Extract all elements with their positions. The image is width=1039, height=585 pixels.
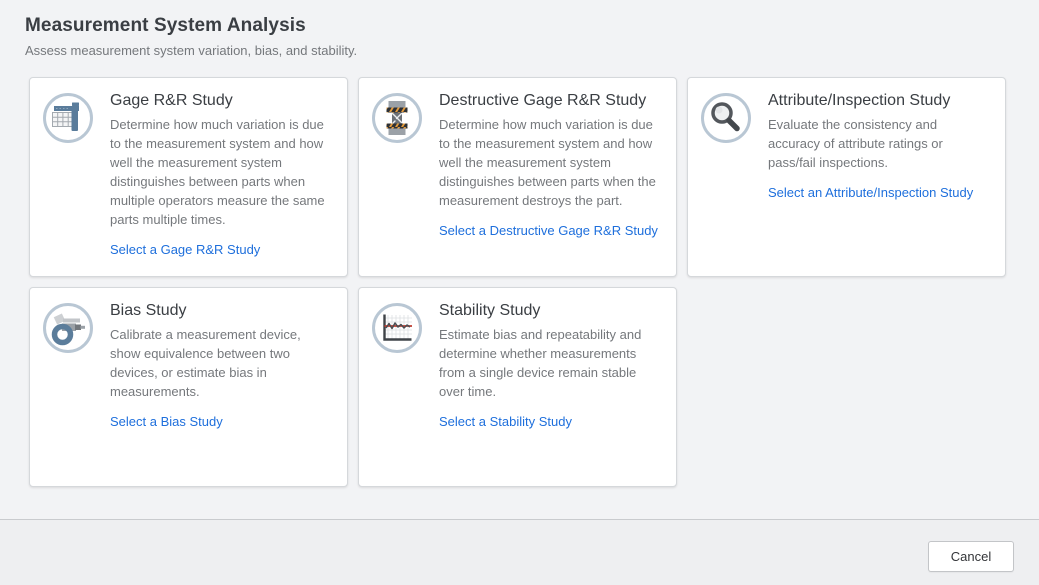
card-description: Estimate bias and repeatability and dete… (439, 325, 662, 401)
micrometer-icon (42, 302, 94, 354)
select-gage-rr-study-link[interactable]: Select a Gage R&R Study (110, 242, 260, 257)
card-title: Destructive Gage R&R Study (439, 92, 662, 110)
select-stability-study-link[interactable]: Select a Stability Study (439, 414, 572, 429)
magnifier-icon (700, 92, 752, 144)
card-title: Stability Study (439, 302, 662, 320)
footer-bar: Cancel (0, 519, 1039, 585)
card-description: Calibrate a measurement device, show equ… (110, 325, 333, 401)
card-destructive-gage-rr-study: Destructive Gage R&R Study Determine how… (358, 77, 677, 277)
control-chart-icon (371, 302, 423, 354)
card-description: Evaluate the consistency and accuracy of… (768, 115, 991, 172)
select-destructive-gage-rr-study-link[interactable]: Select a Destructive Gage R&R Study (439, 223, 658, 238)
card-bias-study: Bias Study Calibrate a measurement devic… (29, 287, 348, 487)
page-title: Measurement System Analysis (25, 15, 1039, 37)
card-gage-rr-study: Gage R&R Study Determine how much variat… (29, 77, 348, 277)
select-attribute-inspection-study-link[interactable]: Select an Attribute/Inspection Study (768, 185, 973, 200)
caliper-grid-icon (42, 92, 94, 144)
press-crush-icon (371, 92, 423, 144)
page-subtitle: Assess measurement system variation, bia… (25, 43, 1039, 58)
cancel-button[interactable]: Cancel (928, 541, 1014, 572)
card-title: Bias Study (110, 302, 333, 320)
study-card-grid: Gage R&R Study Determine how much variat… (29, 77, 1006, 487)
select-bias-study-link[interactable]: Select a Bias Study (110, 414, 223, 429)
page-header: Measurement System Analysis Assess measu… (0, 0, 1039, 58)
card-attribute-inspection-study: Attribute/Inspection Study Evaluate the … (687, 77, 1006, 277)
card-description: Determine how much variation is due to t… (110, 115, 333, 229)
card-stability-study: Stability Study Estimate bias and repeat… (358, 287, 677, 487)
card-title: Gage R&R Study (110, 92, 333, 110)
card-description: Determine how much variation is due to t… (439, 115, 662, 210)
card-title: Attribute/Inspection Study (768, 92, 991, 110)
